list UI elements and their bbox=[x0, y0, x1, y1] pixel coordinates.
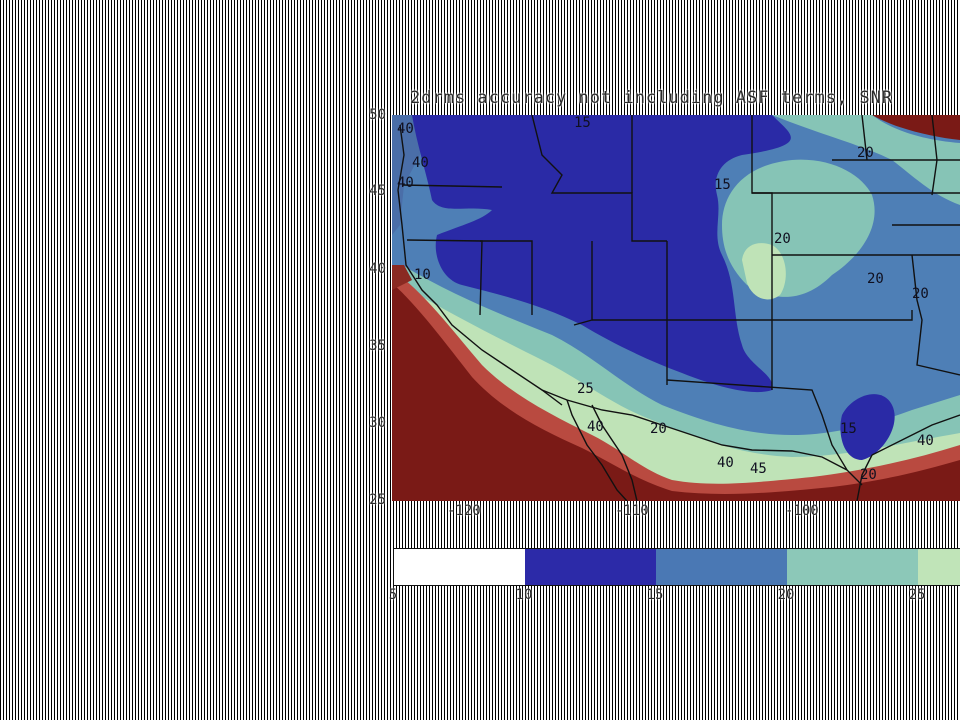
contour-label: 20 bbox=[650, 421, 667, 437]
colorbar-segment bbox=[918, 549, 960, 585]
contour-label: 40 bbox=[397, 121, 414, 137]
contour-label: 40 bbox=[717, 455, 734, 471]
contour-label: 40 bbox=[917, 433, 934, 449]
contour-label: 10 bbox=[414, 267, 431, 283]
contour-label: 45 bbox=[750, 461, 767, 477]
contour-label: 15 bbox=[840, 421, 857, 437]
colorbar-tick-label: 5 bbox=[388, 587, 398, 603]
lon-tick-label: -120 bbox=[447, 503, 481, 519]
contour-label: 40 bbox=[412, 155, 429, 171]
contour-label: 20 bbox=[867, 271, 884, 287]
lat-tick-label: 30 bbox=[369, 415, 386, 431]
lat-tick-label: 45 bbox=[369, 183, 386, 199]
accuracy-contour-map: 15 20 15 20 20 20 10 40 40 25 40 20 40 4… bbox=[392, 115, 960, 501]
contour-label: 40 bbox=[587, 419, 604, 435]
contour-label: 20 bbox=[774, 231, 791, 247]
contour-label: 20 bbox=[860, 467, 877, 483]
contour-label: 15 bbox=[714, 177, 731, 193]
colorbar-tick-label: 15 bbox=[646, 587, 664, 603]
colorbar bbox=[393, 548, 960, 586]
contour-label: 15 bbox=[574, 115, 591, 131]
colorbar-tick-label: 20 bbox=[777, 587, 795, 603]
lat-tick-label: 25 bbox=[369, 492, 386, 508]
lon-tick-label: -100 bbox=[785, 503, 819, 519]
contour-label: 40 bbox=[397, 175, 414, 191]
colorbar-tick-label: 10 bbox=[515, 587, 533, 603]
map-title: 2drms accuracy not including ASF terms, … bbox=[410, 88, 894, 108]
map-svg: 15 20 15 20 20 20 10 40 40 25 40 20 40 4… bbox=[392, 115, 960, 501]
colorbar-segment bbox=[656, 549, 788, 585]
lat-tick-label: 35 bbox=[369, 338, 386, 354]
contour-label: 20 bbox=[912, 286, 929, 302]
lat-tick-label: 50 bbox=[369, 107, 386, 123]
contour-label: 25 bbox=[577, 381, 594, 397]
lon-tick-label: -110 bbox=[615, 503, 649, 519]
colorbar-segment bbox=[787, 549, 919, 585]
colorbar-segment bbox=[525, 549, 657, 585]
contour-label: 20 bbox=[857, 145, 874, 161]
lat-tick-label: 40 bbox=[369, 261, 386, 277]
colorbar-segment bbox=[394, 549, 526, 585]
colorbar-tick-label: 25 bbox=[908, 587, 926, 603]
